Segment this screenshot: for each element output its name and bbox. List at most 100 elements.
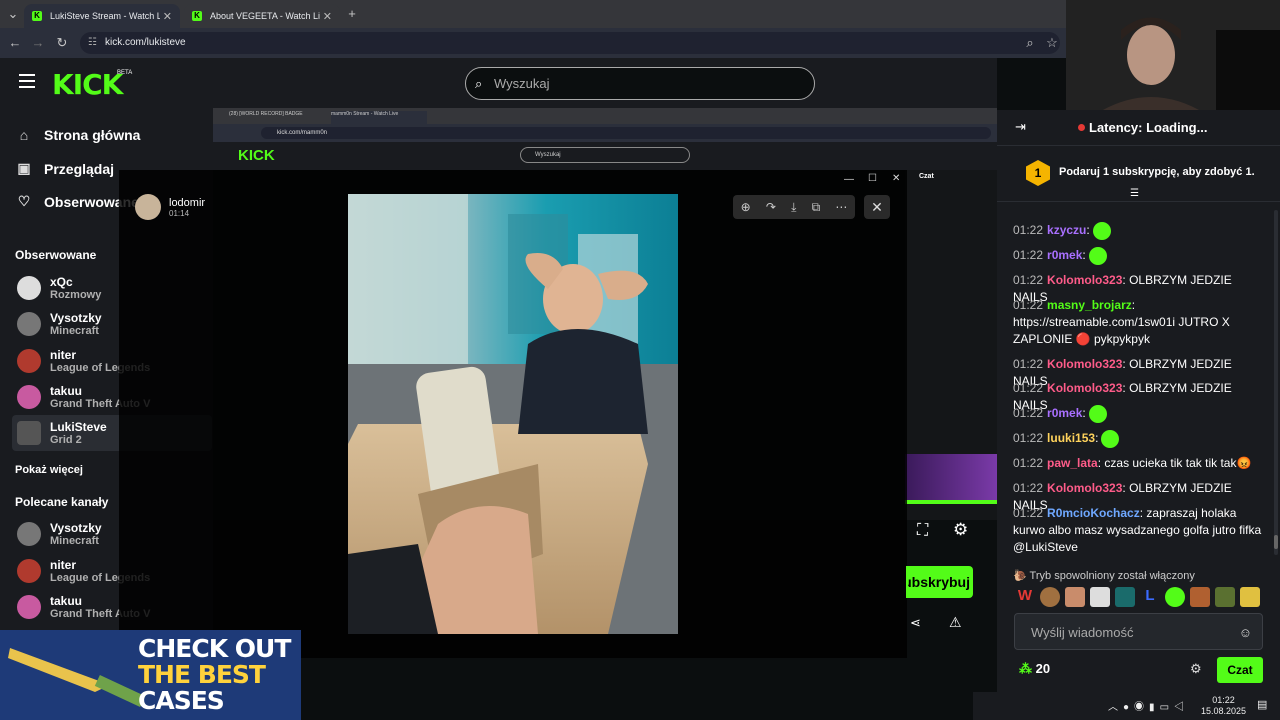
clock[interactable]: 01:22 15.08.2025 — [1201, 695, 1246, 717]
message-user[interactable]: Kolomolo323 — [1047, 273, 1122, 287]
banner-line2: THE BEST — [138, 660, 266, 689]
avatar — [17, 559, 41, 583]
browser-tab[interactable]: K About VEGEETA - Watch Live on Kick ✕ — [184, 4, 340, 28]
inner-chat-highlight — [905, 454, 997, 500]
minimize-icon[interactable]: — — [844, 174, 854, 185]
share-icon[interactable]: ↷ — [766, 200, 776, 214]
avatar — [17, 312, 41, 336]
nav-browse[interactable]: ▣ Przeglądaj — [16, 160, 114, 177]
browse-icon: ▣ — [17, 160, 31, 176]
forward-icon[interactable]: → — [29, 34, 47, 52]
search-input[interactable]: ⌕ Wyszukaj — [465, 67, 815, 100]
avatar — [17, 522, 41, 546]
url-field[interactable]: ☷ kick.com/lukisteve — [80, 32, 1060, 54]
channel-category: Rozmowy — [50, 289, 102, 301]
chat-scrollbar-thumb[interactable] — [1274, 535, 1278, 549]
volume-icon[interactable]: ◁ — [1174, 702, 1189, 713]
channel-category: Minecraft — [50, 325, 99, 337]
avatar — [135, 194, 161, 220]
home-icon: ⌂ — [19, 127, 29, 143]
mic-icon[interactable]: ▮ — [1149, 702, 1160, 713]
back-icon[interactable]: ← — [6, 34, 24, 52]
message-time: 01:22 — [1013, 298, 1044, 312]
live-dot-icon — [1078, 124, 1085, 131]
ad-banner[interactable]: CHECK OUT THE BEST CASES — [0, 630, 301, 720]
webcam-image — [1066, 0, 1280, 114]
collapse-chat-icon[interactable]: ⇥ — [1015, 119, 1026, 135]
close-tab-icon[interactable]: ✕ — [163, 10, 172, 23]
show-more-link[interactable]: Pokaż więcej — [15, 464, 83, 476]
emote-icon[interactable] — [1040, 587, 1060, 607]
send-chat-button[interactable]: Czat — [1217, 657, 1263, 683]
message-user[interactable]: paw_lata — [1047, 456, 1098, 470]
message-user[interactable]: luuki153 — [1047, 431, 1095, 445]
emote-icon[interactable] — [1115, 587, 1135, 607]
discord-icon[interactable]: ◉ — [1134, 702, 1149, 713]
emote-icon[interactable] — [1215, 587, 1235, 607]
more-icon[interactable]: ⋯ — [835, 200, 847, 214]
message-user[interactable]: Kolomolo323 — [1047, 357, 1122, 371]
nav-home[interactable]: ⌂ Strona główna — [16, 127, 141, 143]
emote-icon[interactable] — [1190, 587, 1210, 607]
message-user[interactable]: Kolomolo323 — [1047, 481, 1122, 495]
channel-points[interactable]: ⁂ 20 — [1019, 661, 1050, 677]
subscribe-button[interactable]: Subskrybuj — [906, 566, 973, 598]
new-tab-button[interactable]: + — [343, 5, 361, 23]
message-user[interactable]: kzyczu — [1047, 223, 1086, 237]
emote-icon — [1092, 222, 1111, 240]
message-user[interactable]: R0mcioKochacz — [1047, 506, 1140, 520]
window-close-icon[interactable]: ✕ — [892, 173, 900, 184]
zoom-in-icon[interactable]: ⊕ — [741, 200, 751, 214]
message-time: 01:22 — [1013, 406, 1044, 421]
notification-icon[interactable]: ▤ — [1257, 698, 1267, 711]
share-stream-icon[interactable]: ⋖ — [910, 615, 921, 631]
message-time: 01:22 — [1013, 273, 1044, 287]
emote-icon[interactable] — [1065, 587, 1085, 607]
url-text: kick.com/lukisteve — [105, 37, 186, 48]
message-user[interactable]: r0mek — [1047, 406, 1082, 420]
expand-icon[interactable]: ☰ — [1130, 188, 1139, 199]
download-icon[interactable]: ⤓ — [791, 200, 796, 215]
viewer-close-button[interactable]: ✕ — [864, 195, 890, 219]
maximize-icon[interactable]: ☐ — [868, 173, 877, 184]
inner-tab: mamm0n Stream - Watch Live — [331, 111, 427, 124]
emote-icon[interactable] — [1240, 587, 1260, 607]
settings-icon[interactable]: ⚙ — [953, 520, 968, 540]
report-icon[interactable]: ⚠ — [949, 614, 962, 631]
reload-icon[interactable]: ↻ — [53, 34, 71, 52]
kick-header: KICK BETA ⌕ Wyszukaj — [0, 58, 997, 110]
address-bar-row: ← → ↻ ☷ kick.com/lukisteve ⌕ ☆ — [0, 28, 1066, 58]
browser-tab-active[interactable]: K LukiSteve Stream - Watch Live on Kick … — [24, 4, 180, 28]
open-external-icon[interactable]: ⧉ — [812, 200, 821, 215]
close-tab-icon[interactable]: ✕ — [323, 10, 332, 23]
hamburger-menu-icon[interactable] — [19, 74, 35, 88]
emote-l-icon[interactable]: L — [1140, 587, 1160, 607]
tab-list-button[interactable]: ⌄ — [4, 5, 22, 23]
chat-settings-icon[interactable]: ⚙ — [1190, 661, 1202, 677]
gift-sub-banner[interactable]: 1 Podaruj 1 subskrypcję, aby zdobyć 1. ☰ — [997, 146, 1280, 202]
inner-kick-header: KICK Wyszukaj — [213, 142, 997, 170]
tray-chevron-icon[interactable]: ︿ — [1108, 702, 1123, 713]
tray-app-icon[interactable]: ● — [1123, 702, 1134, 713]
emote-icon[interactable] — [1165, 587, 1185, 607]
kick-logo[interactable]: KICK — [52, 68, 123, 101]
viewer-time: 01:14 — [169, 208, 190, 218]
message-user[interactable]: r0mek — [1047, 248, 1082, 262]
message-user[interactable]: masny_brojarz — [1047, 298, 1132, 312]
colon: : — [1095, 431, 1099, 446]
emote-icon[interactable] — [1090, 587, 1110, 607]
network-icon[interactable]: ▭ — [1160, 702, 1174, 713]
chat-input[interactable]: Wyślij wiadomość ☺ — [1014, 613, 1263, 650]
message-time: 01:22 — [1013, 248, 1044, 263]
fullscreen-icon[interactable]: ⛶ — [917, 522, 928, 540]
zoom-icon[interactable]: ⌕ — [1021, 34, 1039, 52]
message-text: https://streamable.com/1sw01i JUTRO X ZA… — [1013, 315, 1230, 346]
browser-tab-bar: ⌄ K LukiSteve Stream - Watch Live on Kic… — [0, 0, 1066, 28]
bookmark-star-icon[interactable]: ☆ — [1043, 34, 1061, 52]
message-user[interactable]: Kolomolo323 — [1047, 381, 1122, 395]
site-info-icon[interactable]: ☷ — [88, 32, 97, 54]
emote-w-icon[interactable]: W — [1015, 587, 1035, 607]
chat-scrollbar[interactable] — [1274, 210, 1278, 555]
message-time: 01:22 — [1013, 456, 1044, 470]
emoji-picker-icon[interactable]: ☺ — [1239, 614, 1252, 651]
